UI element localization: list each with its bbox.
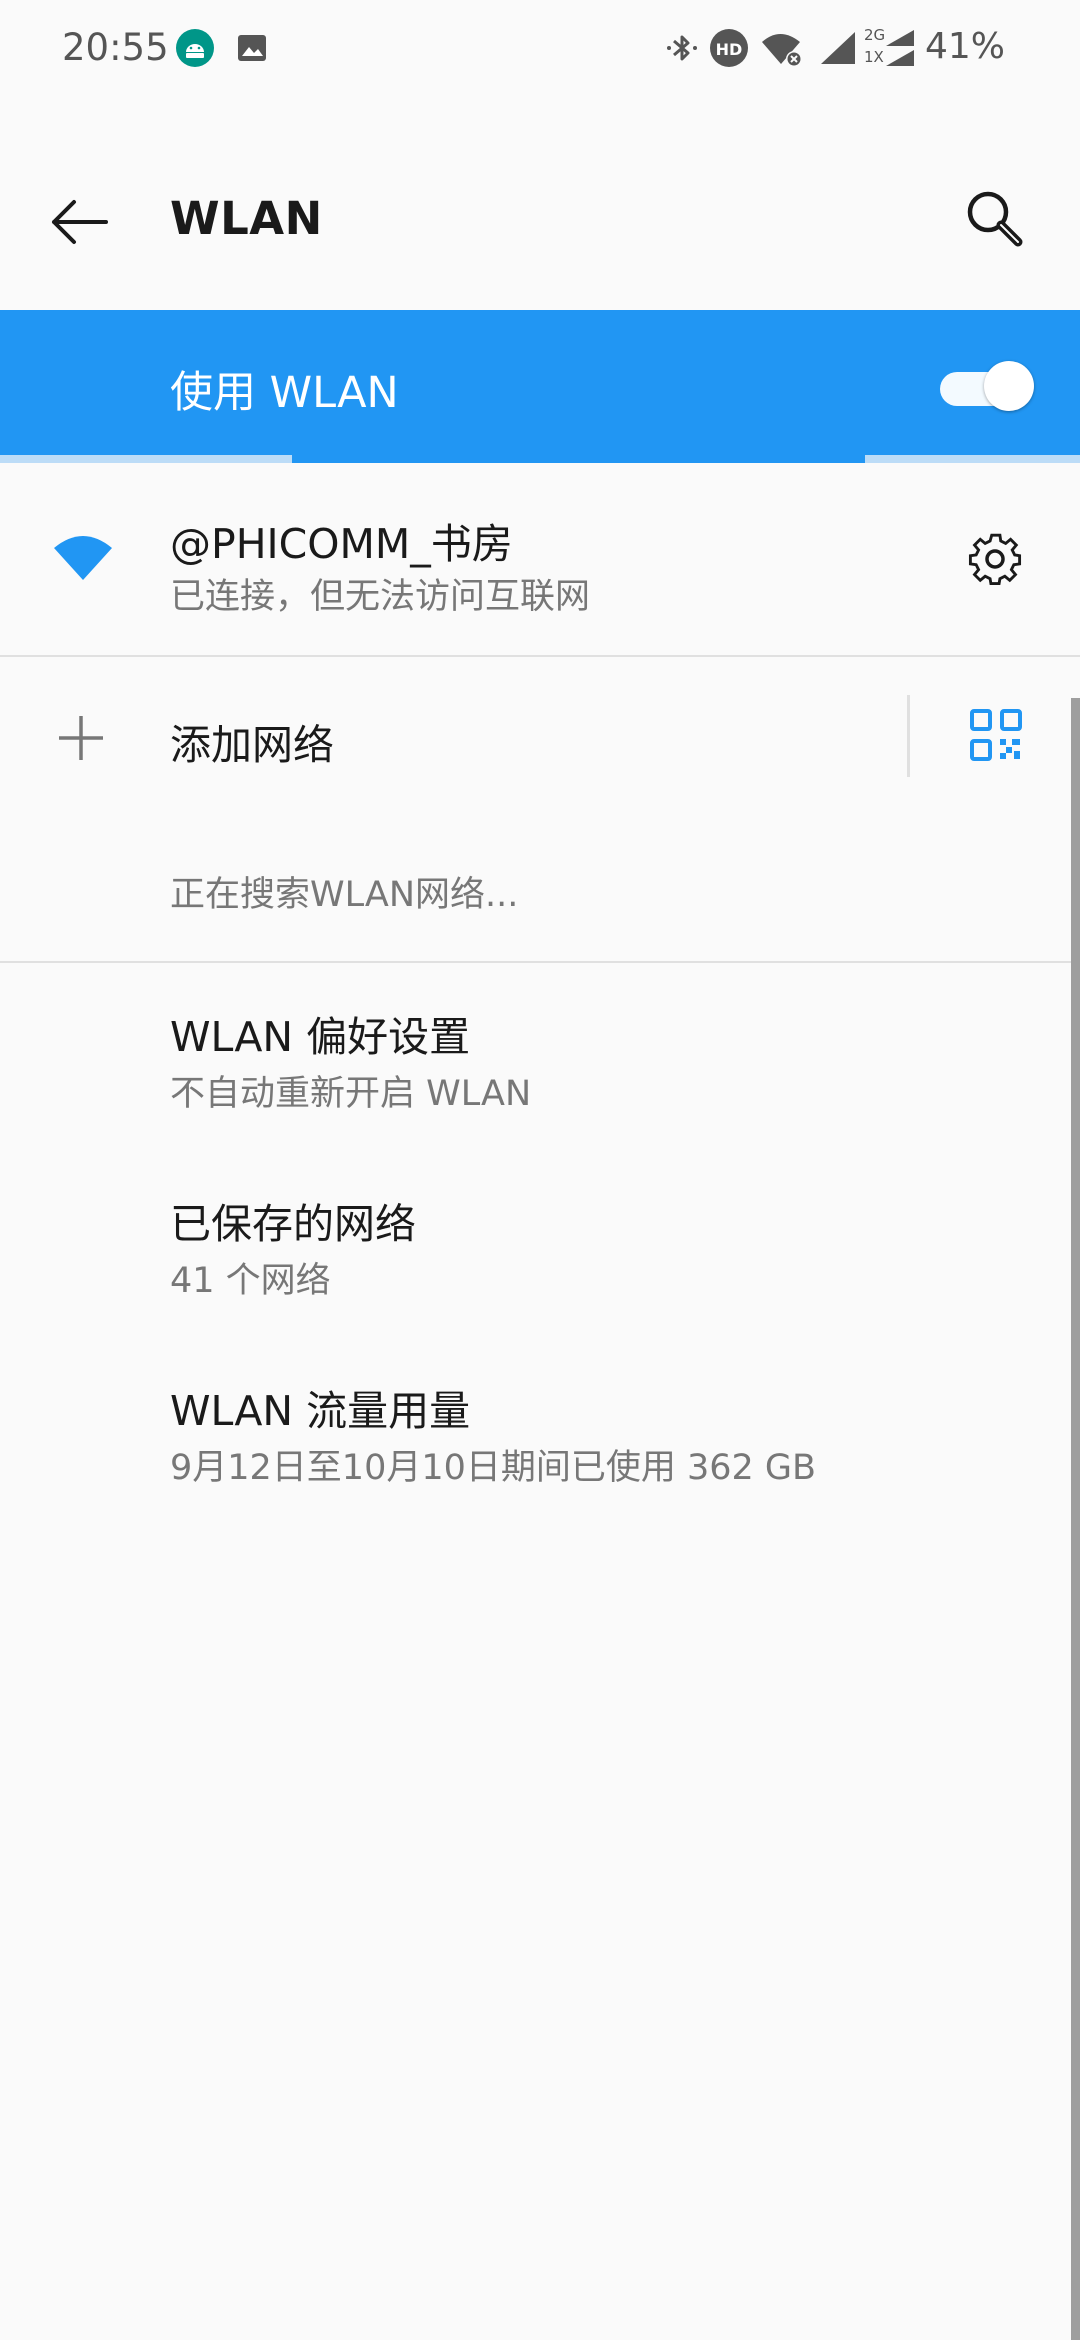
status-bar: 20:55 HD 2G 1X 41% [0, 0, 1080, 96]
hd-label: HD [716, 40, 743, 59]
connected-network-row[interactable]: @PHICOMM_书房 已连接，但无法访问互联网 [0, 470, 1080, 655]
connected-network-status: 已连接，但无法访问互联网 [170, 577, 591, 617]
saved-networks-title: 已保存的网络 [170, 1200, 416, 1248]
search-icon[interactable] [958, 182, 1038, 262]
app-bar: WLAN [0, 96, 1080, 310]
battery-level: 41% [924, 26, 1005, 67]
wlan-settings-screen: 20:55 HD 2G 1X 41% WLAN 使用 WLAN @PHICOMM… [0, 0, 1080, 2340]
wlan-data-usage-subtitle: 9月12日至10月10日期间已使用 362 GB [170, 1448, 817, 1488]
scrollbar[interactable] [1071, 698, 1080, 2340]
wlan-preferences-subtitle: 不自动重新开启 WLAN [170, 1074, 532, 1114]
wlan-preferences-row[interactable]: WLAN 偏好设置 不自动重新开启 WLAN [0, 965, 1080, 1150]
signal-2g-icon [886, 30, 914, 66]
wlan-preferences-title: WLAN 偏好设置 [170, 1013, 471, 1061]
signal-icon [821, 32, 855, 64]
hd-icon: HD [710, 29, 748, 67]
scan-progress-bar [0, 455, 1080, 463]
scanning-status-text: 正在搜索WLAN网络... [170, 875, 519, 915]
gear-icon[interactable] [962, 526, 1028, 592]
wifi-off-icon [762, 34, 802, 67]
saved-networks-row[interactable]: 已保存的网络 41 个网络 [0, 1152, 1080, 1337]
android-icon [176, 29, 214, 67]
wlan-master-label: 使用 WLAN [170, 368, 399, 418]
add-network-row[interactable]: 添加网络 [0, 657, 1080, 817]
toggle-thumb [984, 361, 1034, 411]
scan-progress-indicator [292, 455, 865, 463]
wlan-data-usage-row[interactable]: WLAN 流量用量 9月12日至10月10日期间已使用 362 GB [0, 1339, 1080, 1524]
wlan-master-switch-row[interactable]: 使用 WLAN [0, 310, 1080, 460]
image-icon [238, 35, 266, 61]
wlan-data-usage-title: WLAN 流量用量 [170, 1387, 471, 1435]
wlan-toggle[interactable] [940, 358, 1034, 414]
wifi-icon [54, 536, 112, 580]
back-arrow-icon[interactable] [44, 186, 116, 258]
vertical-divider [907, 695, 910, 777]
divider [0, 961, 1080, 963]
connected-network-name: @PHICOMM_书房 [170, 520, 513, 568]
status-time: 20:55 [62, 26, 169, 69]
bluetooth-icon [667, 35, 697, 61]
add-network-label: 添加网络 [170, 721, 334, 769]
saved-networks-subtitle: 41 个网络 [170, 1261, 331, 1301]
plus-icon [59, 716, 103, 760]
page-title: WLAN [170, 192, 323, 245]
qr-code-icon[interactable] [968, 707, 1024, 763]
